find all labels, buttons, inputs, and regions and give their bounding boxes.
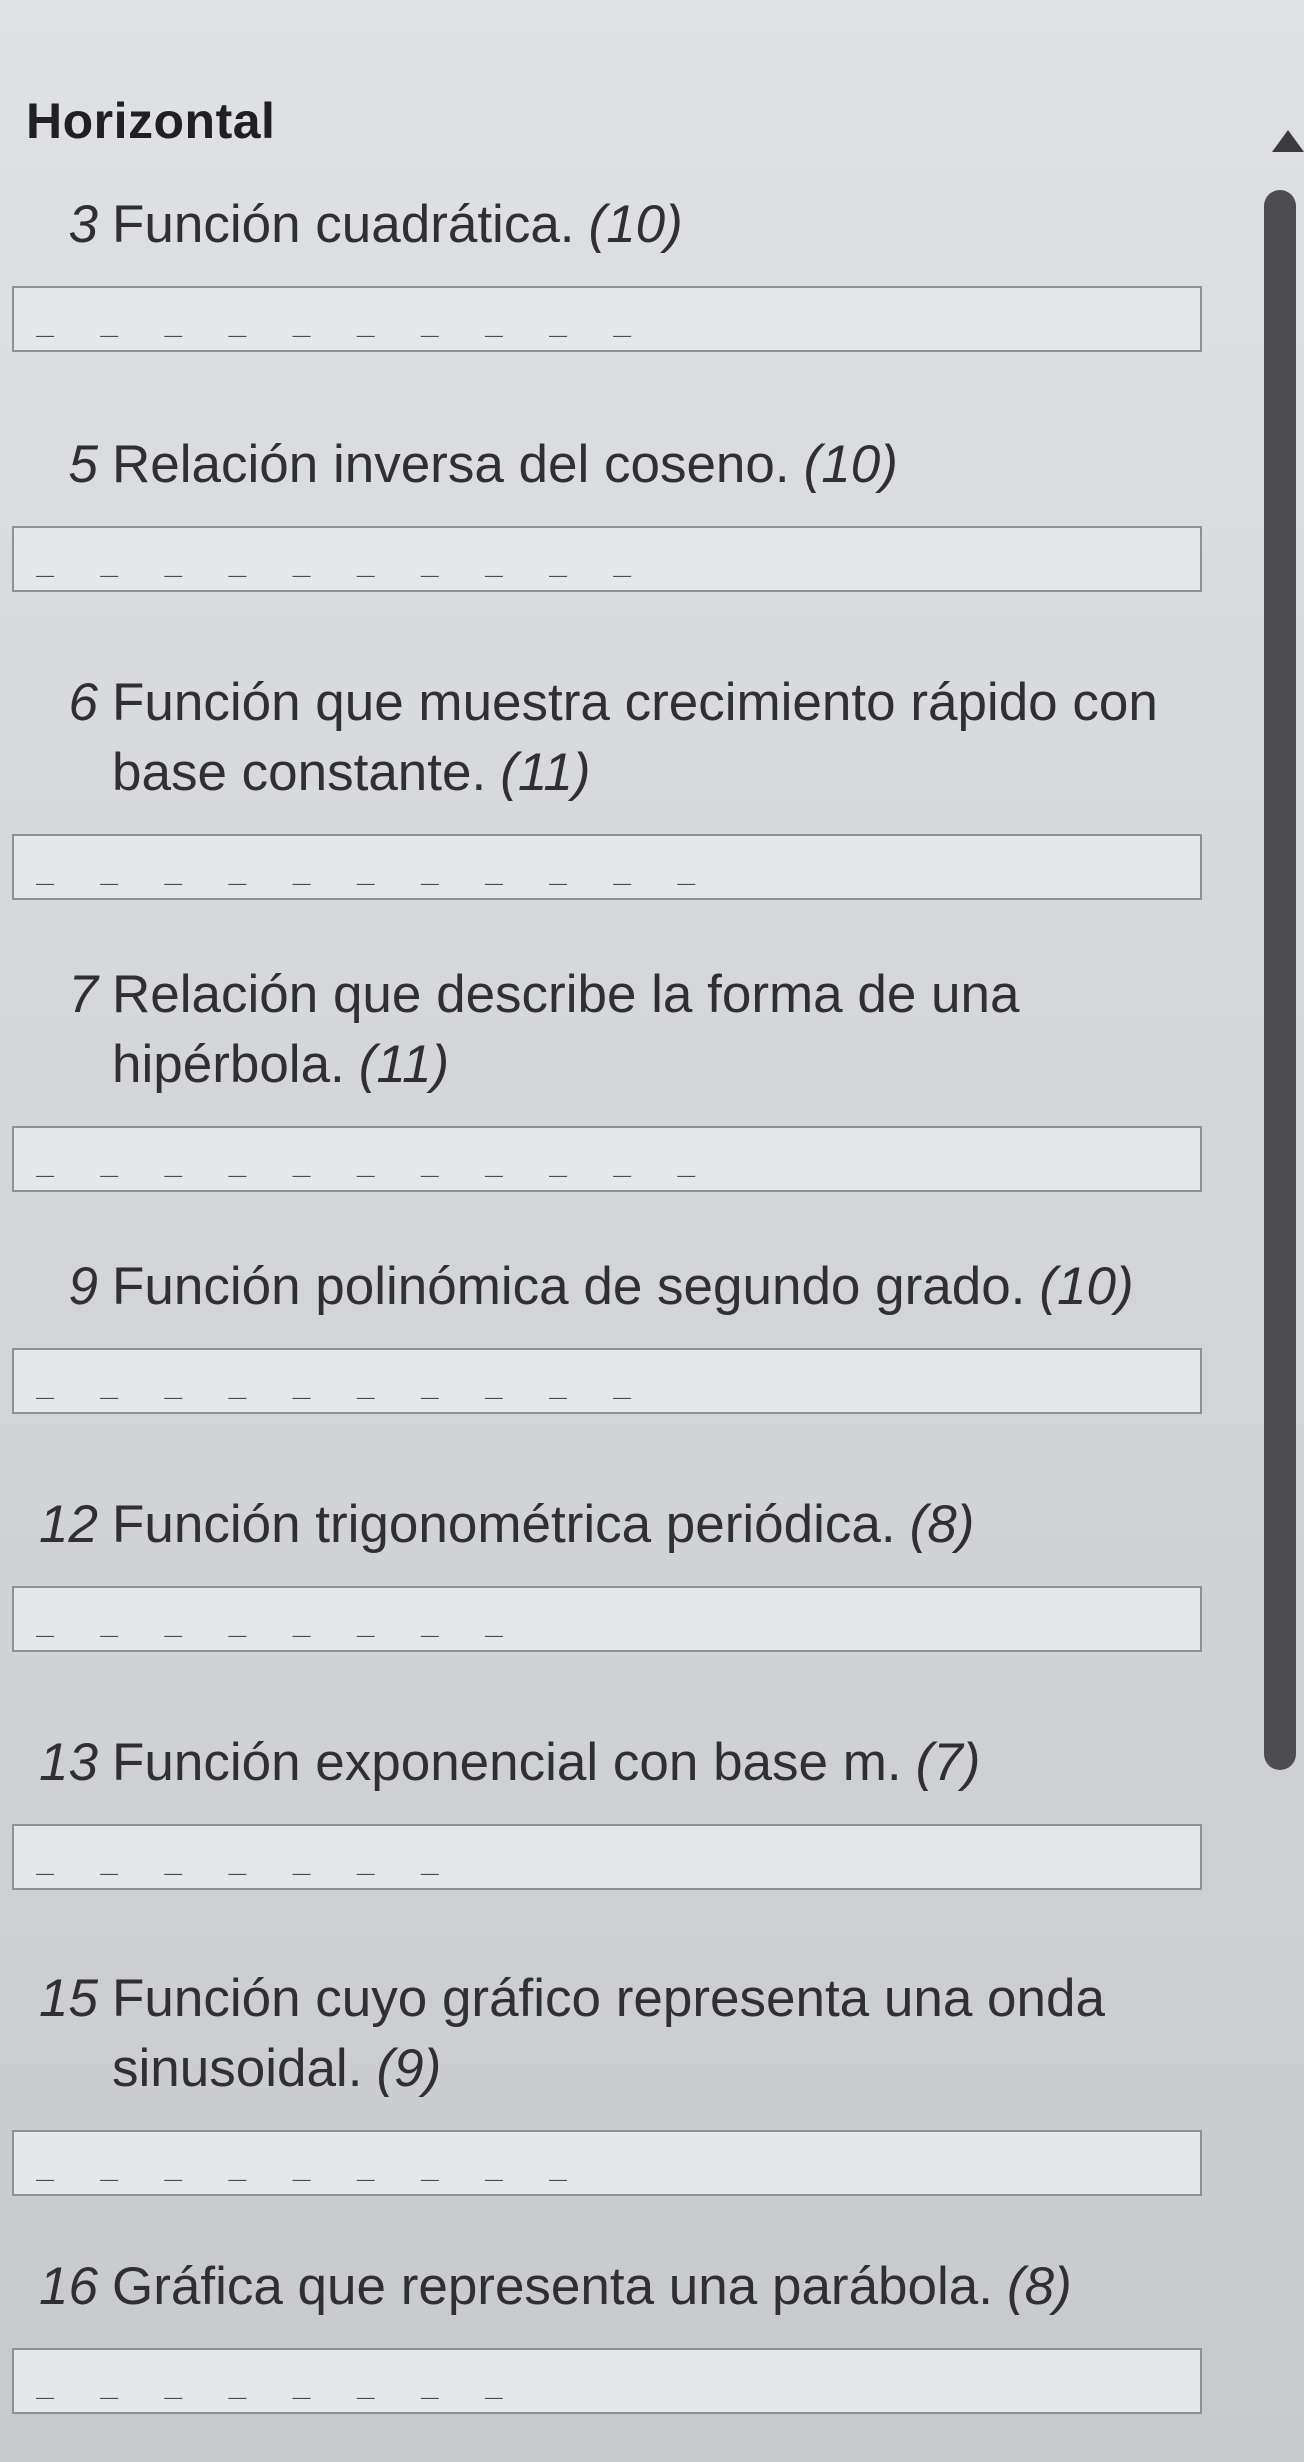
answer-slots: _ _ _ _ _ _ _ _ <box>36 1603 517 1638</box>
answer-input[interactable]: _ _ _ _ _ _ _ _ <box>12 1586 1202 1652</box>
answer-input[interactable]: _ _ _ _ _ _ _ _ _ _ _ <box>12 1126 1202 1192</box>
clue-16: 16 Gráfica que representa una parábola.(… <box>12 2252 1214 2414</box>
clue-text: Función exponencial con base m. <box>112 1733 902 1792</box>
answer-input[interactable]: _ _ _ _ _ _ _ _ _ _ <box>12 286 1202 352</box>
answer-input[interactable]: _ _ _ _ _ _ _ _ _ _ <box>12 526 1202 592</box>
clue-text: Función cuyo gráfico representa una onda… <box>112 1969 1105 2098</box>
clue-length: (9) <box>376 2039 442 2098</box>
scroll-thumb[interactable] <box>1264 190 1296 1770</box>
clue-number: 7 <box>68 965 98 1024</box>
answer-slots: _ _ _ _ _ _ _ _ _ _ <box>36 303 646 338</box>
clue-length: (10) <box>588 195 683 254</box>
clue-6: 6 Función que muestra crecimiento rápido… <box>12 668 1214 900</box>
clue-number: 6 <box>68 673 98 732</box>
scroll-up-arrow-icon[interactable] <box>1272 130 1304 152</box>
clue-text: Función que muestra crecimiento rápido c… <box>112 673 1158 802</box>
answer-slots: _ _ _ _ _ _ _ <box>36 1841 453 1876</box>
answer-input[interactable]: _ _ _ _ _ _ _ _ _ _ <box>12 1348 1202 1414</box>
answer-slots: _ _ _ _ _ _ _ _ _ _ <box>36 1365 646 1400</box>
clue-13: 13 Función exponencial con base m. (7) _ … <box>12 1728 1214 1890</box>
answer-input[interactable]: _ _ _ _ _ _ _ _ <box>12 2348 1202 2414</box>
clue-15: 15 Función cuyo gráfico representa una o… <box>12 1964 1214 2196</box>
clue-7: 7 Relación que describe la forma de una … <box>12 960 1214 1192</box>
section-title: Horizontal <box>26 93 276 149</box>
clue-text: Función trigonométrica periódica. <box>112 1495 896 1554</box>
clue-number: 16 <box>39 2257 98 2316</box>
clue-length: (10) <box>1039 1257 1134 1316</box>
clue-12: 12 Función trigonométrica periódica. (8) … <box>12 1490 1214 1652</box>
clue-text: Relación que describe la forma de una hi… <box>112 965 1020 1094</box>
vertical-scrollbar[interactable] <box>1264 130 1304 2150</box>
clue-9: 9 Función polinómica de segundo grado. (1… <box>12 1252 1214 1414</box>
clue-3: 3 Función cuadrática. (10) _ _ _ _ _ _ _ … <box>12 190 1214 352</box>
answer-slots: _ _ _ _ _ _ _ _ _ _ <box>36 543 646 578</box>
clue-5: 5 Relación inversa del coseno. (10) _ _ _… <box>12 430 1214 592</box>
answer-input[interactable]: _ _ _ _ _ _ _ <box>12 1824 1202 1890</box>
clue-text: Función polinómica de segundo grado. <box>112 1257 1026 1316</box>
answer-input[interactable]: _ _ _ _ _ _ _ _ _ <box>12 2130 1202 2196</box>
clue-number: 15 <box>39 1969 98 2028</box>
answer-slots: _ _ _ _ _ _ _ _ _ _ _ <box>36 851 710 886</box>
clue-text: Relación inversa del coseno. <box>112 435 790 494</box>
clue-text: Función cuadrática. <box>112 195 575 254</box>
clue-length: (10) <box>803 435 898 494</box>
clue-length: (7) <box>915 1733 981 1792</box>
clue-number: 13 <box>39 1733 98 1792</box>
answer-input[interactable]: _ _ _ _ _ _ _ _ _ _ _ <box>12 834 1202 900</box>
clue-number: 5 <box>68 435 98 494</box>
clue-number: 12 <box>39 1495 98 1554</box>
clue-number: 9 <box>68 1257 98 1316</box>
crossword-clues-panel: Horizontal 3 Función cuadrática. (10) _ _… <box>0 0 1240 2462</box>
clue-length: (8) <box>1006 2257 1072 2316</box>
clue-text: Gráfica que representa una parábola. <box>112 2257 993 2316</box>
answer-slots: _ _ _ _ _ _ _ _ <box>36 2365 517 2400</box>
clue-length: (11) <box>358 1035 450 1094</box>
clue-length: (11) <box>500 743 591 802</box>
answer-slots: _ _ _ _ _ _ _ _ _ <box>36 2147 582 2182</box>
answer-slots: _ _ _ _ _ _ _ _ _ _ _ <box>36 1143 710 1178</box>
clue-length: (8) <box>909 1495 975 1554</box>
clue-number: 3 <box>68 195 98 254</box>
